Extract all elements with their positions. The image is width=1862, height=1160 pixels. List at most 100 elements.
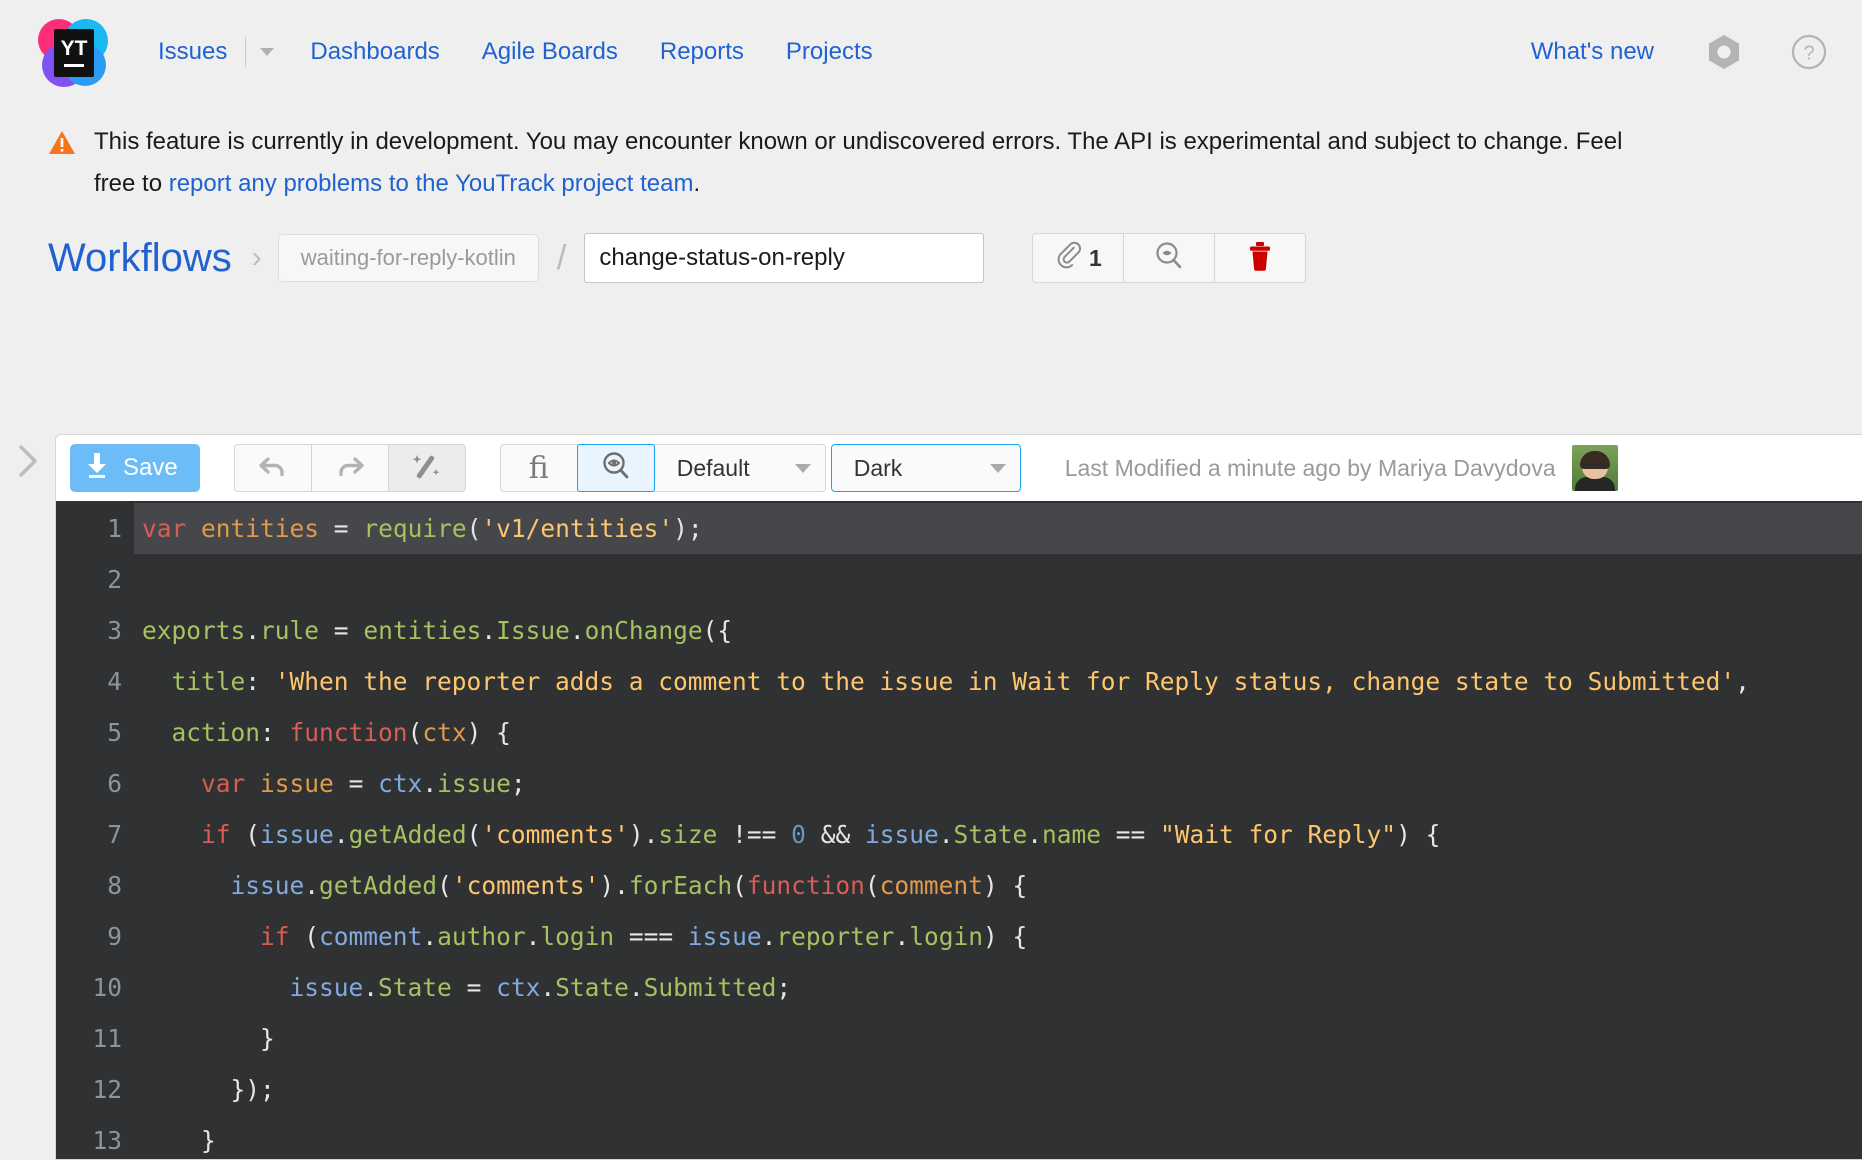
chevron-down-icon[interactable]: [260, 48, 274, 56]
code-token: :: [260, 718, 290, 747]
ligature-toggle-button[interactable]: fi: [500, 444, 578, 492]
code-token: .: [570, 616, 585, 645]
avatar[interactable]: [1572, 445, 1618, 491]
code-line[interactable]: issue.State = ctx.State.Submitted;: [134, 962, 1862, 1013]
sidebar-expand-toggle[interactable]: [8, 438, 48, 488]
code-line[interactable]: issue.getAdded('comments').forEach(funct…: [134, 860, 1862, 911]
code-token: author: [437, 922, 526, 951]
code-token: (: [231, 820, 261, 849]
breadcrumb-chevron-icon: ›: [252, 243, 262, 273]
delete-button[interactable]: [1214, 233, 1306, 283]
theme-select-value: Dark: [854, 455, 903, 482]
code-token: [142, 667, 172, 696]
code-token: ) {: [1396, 820, 1440, 849]
code-line[interactable]: });: [134, 1064, 1862, 1115]
code-token: [142, 769, 201, 798]
code-token: 'v1/entities': [481, 514, 673, 543]
code-line[interactable]: var entities = require('v1/entities');: [134, 503, 1862, 554]
nav-link-issues[interactable]: Issues: [158, 38, 227, 66]
code-token: issue: [290, 973, 364, 1002]
editor-panel-wrapper: Save: [55, 434, 1862, 1160]
code-token: .: [363, 973, 378, 1002]
code-line[interactable]: }: [134, 1013, 1862, 1064]
code-token: (: [732, 871, 747, 900]
code-token: ctx: [378, 769, 422, 798]
font-select[interactable]: Default: [654, 444, 826, 492]
youtrack-logo[interactable]: YT: [38, 17, 108, 87]
code-token: ===: [614, 922, 688, 951]
preview-toggle-button[interactable]: [577, 444, 655, 492]
code-token: title: [172, 667, 246, 696]
code-line[interactable]: if (issue.getAdded('comments').size !== …: [134, 809, 1862, 860]
svg-text:?: ?: [1803, 42, 1814, 64]
workflow-package-pill[interactable]: waiting-for-reply-kotlin: [278, 234, 539, 282]
line-number: 4: [56, 656, 134, 707]
code-token: ) {: [983, 922, 1027, 951]
code-token: ctx: [422, 718, 466, 747]
code-token: .: [304, 871, 319, 900]
page-title[interactable]: Workflows: [48, 236, 232, 281]
code-token: .: [540, 973, 555, 1002]
save-button[interactable]: Save: [70, 444, 200, 492]
gear-hexagon-icon[interactable]: [1706, 33, 1742, 71]
code-token: getAdded: [349, 820, 467, 849]
nav-divider: [245, 37, 246, 67]
code-token: var: [201, 769, 245, 798]
code-line[interactable]: action: function(ctx) {: [134, 707, 1862, 758]
download-icon: [84, 451, 110, 486]
line-number: 7: [56, 809, 134, 860]
undo-button[interactable]: [234, 444, 312, 492]
line-number: 1: [56, 503, 134, 554]
code-token: size: [658, 820, 717, 849]
help-circle-icon[interactable]: ?: [1790, 33, 1828, 71]
code-token: name: [1042, 820, 1101, 849]
whats-new-link[interactable]: What's new: [1531, 38, 1654, 66]
code-token: .: [894, 922, 909, 951]
code-line[interactable]: var issue = ctx.issue;: [134, 758, 1862, 809]
line-number: 9: [56, 911, 134, 962]
code-line[interactable]: title: 'When the reporter adds a comment…: [134, 656, 1862, 707]
code-token: login: [909, 922, 983, 951]
line-number: 6: [56, 758, 134, 809]
theme-select[interactable]: Dark: [831, 444, 1021, 492]
code-token: .: [939, 820, 954, 849]
code-token: action: [172, 718, 261, 747]
code-token: =: [319, 616, 363, 645]
nav-link-reports[interactable]: Reports: [660, 38, 744, 66]
nav-item-issues[interactable]: Issues: [158, 37, 274, 67]
editor-toolbar: Save: [56, 435, 1862, 501]
code-editor[interactable]: 123456789101112131415161718192021 var en…: [56, 501, 1862, 1159]
code-token: (: [467, 820, 482, 849]
code-token: entities: [363, 616, 481, 645]
code-line[interactable]: }: [134, 1115, 1862, 1159]
attachments-button[interactable]: 1: [1032, 233, 1124, 283]
code-token: State: [953, 820, 1027, 849]
code-line[interactable]: [134, 554, 1862, 605]
code-token: .: [526, 922, 541, 951]
format-code-button[interactable]: [388, 444, 466, 492]
code-token: issue: [260, 769, 334, 798]
editor-panel: Save: [55, 434, 1862, 1160]
code-token: !==: [717, 820, 791, 849]
line-number: 13: [56, 1115, 134, 1159]
code-token: State: [378, 973, 452, 1002]
code-line[interactable]: exports.rule = entities.Issue.onChange({: [134, 605, 1862, 656]
code-token: Submitted: [644, 973, 777, 1002]
inspect-button[interactable]: [1123, 233, 1215, 283]
code-token: =: [452, 973, 496, 1002]
line-number-gutter: 123456789101112131415161718192021: [56, 501, 134, 1159]
nav-link-projects[interactable]: Projects: [786, 38, 873, 66]
nav-link-agile-boards[interactable]: Agile Boards: [482, 38, 618, 66]
code-line[interactable]: if (comment.author.login === issue.repor…: [134, 911, 1862, 962]
code-token: forEach: [629, 871, 732, 900]
code-token: ).: [599, 871, 629, 900]
code-token: 'When the reporter adds a comment to the…: [275, 667, 1735, 696]
code-token: 0: [791, 820, 806, 849]
redo-button[interactable]: [311, 444, 389, 492]
banner-report-link[interactable]: report any problems to the YouTrack proj…: [169, 170, 694, 197]
code-token: .: [629, 973, 644, 1002]
code-lines[interactable]: var entities = require('v1/entities'); e…: [134, 501, 1862, 1159]
nav-link-dashboards[interactable]: Dashboards: [310, 38, 439, 66]
script-name-input[interactable]: [584, 233, 984, 283]
development-warning-banner: This feature is currently in development…: [0, 103, 1862, 205]
